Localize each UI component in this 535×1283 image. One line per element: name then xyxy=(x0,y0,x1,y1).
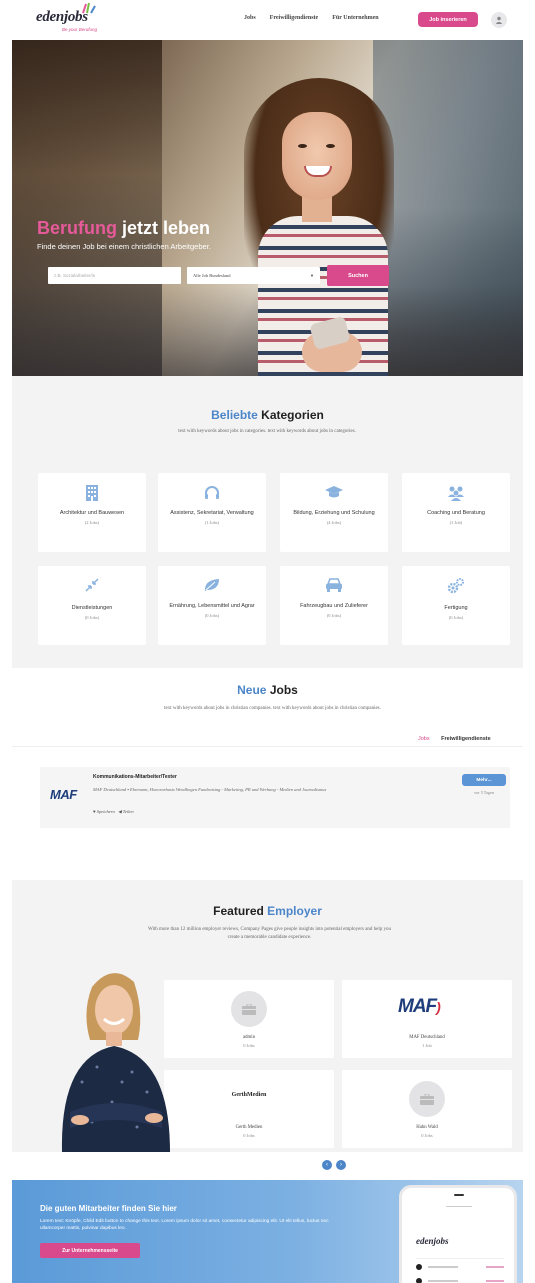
hero-title-rest: jetzt leben xyxy=(122,218,211,238)
category-name: Assistenz, Sekretariat, Verwaltung xyxy=(170,510,254,516)
category-name: Ernährung, Lebensmittel und Agrar xyxy=(169,603,255,609)
team-icon xyxy=(402,485,510,501)
category-name: Fertigung xyxy=(444,605,468,611)
employer-name: Hahn Wald xyxy=(416,1125,438,1130)
category-count: (1 Jobs) xyxy=(204,520,220,525)
job-meta: MAF Deutschland ▪ Ehrenamt, Honorarbasis… xyxy=(93,787,327,792)
featured-description: With more than 12 million employer revie… xyxy=(147,927,392,940)
banner-title: Die guten Mitarbeiter finden Sie hier xyxy=(40,1204,177,1213)
job-actions: ♥ Speichern ◀ Teilen xyxy=(93,809,134,815)
carousel-dots: ‹ › xyxy=(322,1160,346,1170)
category-name: Fahrzeugbau und Zulieferer xyxy=(300,603,368,609)
chevron-down-icon: ▼ xyxy=(310,273,314,278)
briefcase-icon xyxy=(231,991,267,1027)
job-posted-age: vor 5 Tagen xyxy=(474,790,494,795)
category-name: Architektur und Bauwesen xyxy=(59,510,125,516)
share-job-link[interactable]: ◀ Teilen xyxy=(118,809,133,814)
headset-icon xyxy=(158,485,266,501)
employer-name: admin xyxy=(243,1035,255,1040)
category-name: Bildung, Erziehung und Schulung xyxy=(293,510,375,516)
arrows-icon xyxy=(38,578,146,594)
logo-tagline: Be your Berufung xyxy=(62,27,98,32)
category-card[interactable]: Ernährung, Lebensmittel und Agrar (0 Job… xyxy=(158,566,266,645)
category-card[interactable]: Fahrzeugbau und Zulieferer (0 Jobs) xyxy=(280,566,388,645)
phone-mockup: edenjobs xyxy=(399,1185,517,1283)
employer-photo-woman xyxy=(61,973,170,1152)
hero-subtitle: Finde deinen Job bei einem christlichen … xyxy=(37,242,211,251)
jobs-tabs: Jobs Freiwilligendienste xyxy=(418,736,491,742)
category-card[interactable]: Coaching und Beratung (1 Job) xyxy=(402,473,510,552)
car-icon xyxy=(280,578,388,594)
category-card[interactable]: Fertigung (0 Jobs) xyxy=(402,566,510,645)
logo-mark-icon xyxy=(82,2,96,14)
category-card[interactable]: Bildung, Erziehung und Schulung (4 Jobs) xyxy=(280,473,388,552)
category-card[interactable]: Architektur und Bauwesen (2 Jobs) xyxy=(38,473,146,552)
employer-jobs: 0 Jobs xyxy=(243,1133,255,1138)
region-select[interactable]: Alle Job Bundesland ▼ xyxy=(187,267,320,284)
employer-jobs: 0 Jobs xyxy=(421,1133,433,1138)
nav-item-unternehmen[interactable]: Für Unternehmen xyxy=(332,15,378,21)
employer-card[interactable]: admin 0 Jobs xyxy=(164,980,334,1058)
nav-item-jobs[interactable]: Jobs xyxy=(244,15,256,21)
employer-banner: Die guten Mitarbeiter finden Sie hier Lo… xyxy=(12,1180,523,1283)
site-header: edenjobs Be your Berufung Jobs Freiwilli… xyxy=(0,0,535,40)
tab-freiwilligendienste[interactable]: Freiwilligendienste xyxy=(441,736,491,742)
divider xyxy=(12,746,523,747)
banner-text: Lorem text: Knöpfe, Child Edit button to… xyxy=(40,1219,329,1231)
maf-logo: MAF) xyxy=(398,996,441,1017)
category-card[interactable]: Dienstleistungen (0 Jobs) xyxy=(38,566,146,645)
category-count: (1 Job) xyxy=(449,520,463,525)
category-count: (0 Jobs) xyxy=(204,613,220,618)
hero-title: Berufung jetzt leben xyxy=(37,218,210,239)
job-listing[interactable]: MAF Kommunikations-Mitarbeiter/Texter MA… xyxy=(40,767,510,828)
employer-card[interactable]: MAF) MAF Deutschland 1 Job xyxy=(342,980,512,1058)
jobs-title: Neue Jobs xyxy=(237,683,298,697)
search-button[interactable]: Suchen xyxy=(327,265,389,286)
category-count: (0 Jobs) xyxy=(84,615,100,620)
logo[interactable]: edenjobs Be your Berufung xyxy=(36,2,97,32)
briefcase-icon xyxy=(409,1081,445,1117)
job-title[interactable]: Kommunikations-Mitarbeiter/Texter xyxy=(93,774,177,780)
post-job-button[interactable]: Job inserieren xyxy=(418,12,478,27)
gears-icon xyxy=(402,578,510,594)
category-name: Dienstleistungen xyxy=(71,605,113,611)
featured-title: Featured Employer xyxy=(213,904,322,918)
category-count: (0 Jobs) xyxy=(448,615,464,620)
mockup-logo: edenjobs xyxy=(416,1236,449,1246)
category-count: (2 Jobs) xyxy=(84,520,100,525)
categories-title: Beliebte Kategorien xyxy=(211,408,324,422)
employer-card[interactable]: GerthMedien Gerth Medien 0 Jobs xyxy=(164,1070,334,1148)
region-select-value: Alle Job Bundesland xyxy=(193,273,231,278)
categories-description: text with keywords about jobs in categor… xyxy=(178,429,356,434)
employer-jobs: 0 Jobs xyxy=(243,1043,255,1048)
gerth-medien-logo: GerthMedien xyxy=(231,1092,267,1098)
main-nav: Jobs Freiwilligendienste Für Unternehmen xyxy=(244,15,379,21)
company-logo: MAF xyxy=(50,787,77,802)
categories-section: Beliebte Kategorien text with keywords a… xyxy=(12,376,523,668)
employer-name: MAF Deutschland xyxy=(409,1035,445,1040)
search-input[interactable]: z.B. Sozialarbeiter/in xyxy=(48,267,181,284)
graduation-cap-icon xyxy=(280,485,388,501)
hero-banner xyxy=(12,40,523,376)
employer-name: Gerth Medien xyxy=(235,1125,263,1130)
save-job-link[interactable]: ♥ Speichern xyxy=(93,809,115,814)
tab-jobs[interactable]: Jobs xyxy=(418,736,430,742)
user-icon[interactable] xyxy=(491,12,507,28)
hero-title-accent: Berufung xyxy=(37,218,117,238)
more-button[interactable]: Mehr... xyxy=(462,774,506,786)
nav-item-freiwilligendienste[interactable]: Freiwilligendienste xyxy=(270,15,319,21)
employer-card[interactable]: Hahn Wald 0 Jobs xyxy=(342,1070,512,1148)
leaf-icon xyxy=(158,578,266,594)
employer-jobs: 1 Job xyxy=(422,1043,432,1048)
chevron-right-icon[interactable]: › xyxy=(336,1160,346,1170)
category-count: (0 Jobs) xyxy=(326,613,342,618)
building-icon xyxy=(38,485,146,501)
company-page-button[interactable]: Zur Unternehmensseite xyxy=(40,1243,140,1258)
category-count: (4 Jobs) xyxy=(326,520,342,525)
jobs-description: text with keywords about jobs in christi… xyxy=(164,706,381,711)
chevron-left-icon[interactable]: ‹ xyxy=(322,1160,332,1170)
category-card[interactable]: Assistenz, Sekretariat, Verwaltung (1 Jo… xyxy=(158,473,266,552)
category-name: Coaching und Beratung xyxy=(427,510,485,516)
